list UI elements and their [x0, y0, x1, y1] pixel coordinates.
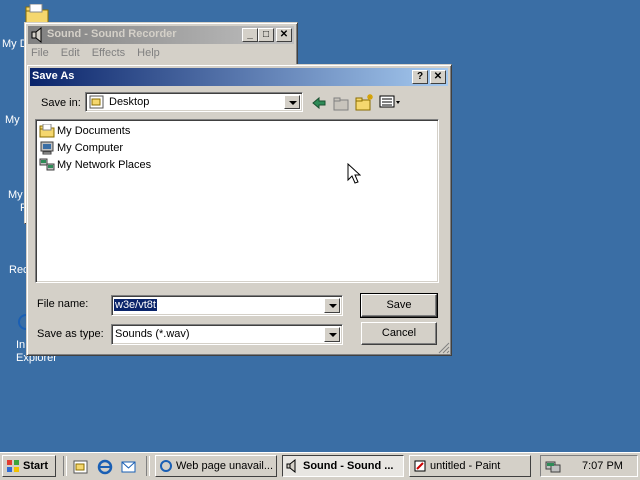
close-button[interactable]: ✕ [276, 28, 292, 42]
up-folder-icon [333, 97, 349, 111]
save-as-type-label: Save as type: [37, 328, 104, 340]
my-documents-icon [39, 124, 55, 138]
task-web-page-unavailable[interactable]: Web page unavail... [155, 455, 277, 477]
file-item-label: My Documents [57, 125, 131, 137]
minimize-icon: _ [247, 29, 253, 40]
network-tray-icon[interactable] [545, 458, 561, 474]
dialog-close-button[interactable]: ✕ [430, 70, 446, 84]
start-label: Start [23, 460, 49, 472]
new-folder-button[interactable] [355, 93, 375, 111]
show-desktop-icon [73, 460, 88, 474]
ie-desktop-icon[interactable] [18, 314, 34, 330]
desktop-icon [89, 95, 104, 109]
menu-file[interactable]: File [31, 47, 49, 63]
back-arrow-icon [312, 96, 326, 110]
view-menu-button[interactable] [379, 94, 403, 110]
back-button[interactable] [311, 95, 327, 111]
save-in-value: Desktop [109, 96, 150, 108]
sound-recorder-title: Sound - Sound Recorder [47, 28, 177, 40]
ie-icon [97, 459, 113, 475]
save-in-combo[interactable]: Desktop [85, 92, 303, 112]
my-documents-desktop-icon[interactable] [24, 3, 50, 24]
mouse-cursor-icon [347, 163, 361, 184]
file-name-label: File name: [37, 298, 89, 310]
file-item-label: My Computer [57, 142, 124, 154]
speaker-icon [286, 459, 296, 473]
start-button[interactable]: Start [2, 455, 56, 477]
taskbar-separator [146, 456, 150, 476]
save-as-type-select[interactable]: Sounds (*.wav) [111, 324, 343, 345]
file-item-my-computer[interactable]: My Computer [39, 140, 123, 156]
save-as-type-dropdown-arrow[interactable] [324, 327, 340, 342]
file-list[interactable]: My Documents My Computer My Network Plac… [35, 119, 439, 283]
save-in-label: Save in: [41, 97, 81, 109]
file-name-input[interactable]: w3e/vt8t [111, 295, 343, 316]
cancel-button[interactable]: Cancel [361, 322, 437, 345]
up-one-level-button[interactable] [333, 95, 349, 111]
file-item-label: My Network Places [57, 159, 152, 171]
save-as-title: Save As [32, 70, 75, 82]
folder-icon [25, 3, 49, 24]
save-in-dropdown-arrow[interactable] [284, 95, 300, 109]
task-label: Sound - Sound ... [303, 460, 394, 472]
network-places-icon [39, 158, 55, 171]
save-as-dialog[interactable]: Save As ? ✕ Save in: Desktop My Document… [26, 64, 452, 356]
speaker-icon [31, 27, 42, 43]
sound-recorder-menubar: File Edit Effects Help [29, 47, 166, 63]
save-as-type-value: Sounds (*.wav) [115, 328, 190, 340]
help-button[interactable]: ? [412, 70, 428, 84]
resize-grip-icon[interactable] [438, 342, 450, 354]
file-name-value: w3e/vt8t [114, 299, 157, 311]
task-label: Web page unavail... [176, 460, 274, 472]
save-as-titlebar[interactable]: Save As ? ✕ [30, 68, 448, 86]
desktop-label-my-computer: My [5, 114, 20, 126]
ie-page-icon [160, 460, 172, 472]
close-icon: ✕ [279, 29, 289, 40]
outlook-express-icon [121, 461, 136, 473]
file-name-dropdown-arrow[interactable] [324, 298, 340, 313]
maximize-icon: □ [262, 29, 270, 40]
desktop-label-ie: In [16, 339, 26, 351]
task-label: untitled - Paint [430, 460, 501, 472]
save-button[interactable]: Save [360, 293, 438, 318]
menu-edit[interactable]: Edit [61, 47, 80, 63]
paint-icon [414, 460, 426, 472]
quick-launch-desktop[interactable] [72, 458, 90, 476]
view-menu-icon [379, 95, 400, 108]
new-folder-icon [355, 94, 373, 111]
task-paint[interactable]: untitled - Paint [409, 455, 531, 477]
quick-launch-ie[interactable] [96, 458, 114, 476]
desktop-label-my-network: My [8, 189, 23, 201]
quick-launch-separator [63, 456, 67, 476]
windows-logo-icon [7, 460, 19, 472]
my-computer-icon [40, 141, 54, 155]
menu-help[interactable]: Help [137, 47, 160, 63]
clock[interactable]: 7:07 PM [582, 460, 623, 472]
file-item-my-documents[interactable]: My Documents [39, 123, 130, 139]
quick-launch-outlook[interactable] [120, 458, 138, 476]
file-item-my-network-places[interactable]: My Network Places [39, 157, 151, 173]
menu-effects[interactable]: Effects [92, 47, 125, 63]
close-icon: ✕ [433, 71, 443, 82]
sound-recorder-titlebar[interactable]: Sound - Sound Recorder _ □ ✕ [28, 26, 294, 44]
system-tray: 7:07 PM [540, 455, 638, 477]
task-sound-recorder[interactable]: Sound - Sound ... [282, 455, 404, 477]
maximize-button[interactable]: □ [258, 28, 274, 42]
help-icon: ? [416, 71, 424, 82]
ie-icon [18, 314, 34, 330]
minimize-button[interactable]: _ [242, 28, 258, 42]
